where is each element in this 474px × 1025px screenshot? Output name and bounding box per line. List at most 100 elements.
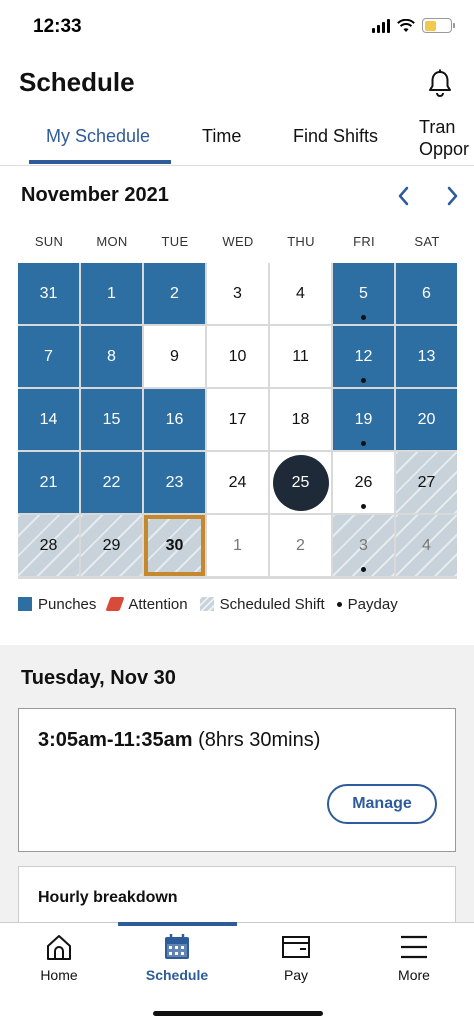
calendar-day-number: 30: [165, 536, 184, 554]
weekday-label: FRI: [353, 234, 375, 249]
calendar-day-number: 8: [107, 347, 116, 365]
weekday-label: WED: [222, 234, 254, 249]
calendar-day-number: 16: [165, 410, 184, 428]
calendar-day[interactable]: 22: [81, 452, 142, 513]
calendar-day[interactable]: 4: [396, 515, 457, 576]
weekday-label: TUE: [161, 234, 189, 249]
calendar-day-number: 9: [170, 347, 179, 365]
calendar-day-number: 5: [359, 284, 368, 302]
hourly-breakdown-title: Hourly breakdown: [38, 889, 178, 906]
tab-active-indicator: [29, 160, 171, 164]
shift-time: 3:05am-11:35am (8hrs 30mins): [38, 729, 320, 752]
tab-transfer-opportunities[interactable]: Tran Oppor: [419, 116, 469, 160]
calendar-day-number: 21: [39, 473, 58, 491]
calendar-day[interactable]: 23: [144, 452, 205, 513]
sched-swatch-icon: [199, 597, 214, 611]
calendar-day[interactable]: 7: [18, 326, 79, 387]
calendar-day[interactable]: 15: [81, 389, 142, 450]
calendar-day[interactable]: 2: [270, 515, 331, 576]
calendar-day[interactable]: 20: [396, 389, 457, 450]
chevron-right-icon[interactable]: [442, 184, 462, 208]
calendar-day[interactable]: 2: [144, 263, 205, 324]
calendar-day-number: 11: [292, 347, 309, 365]
nav-home[interactable]: Home: [9, 933, 109, 983]
calendar-grid: 31 1 2 3 4 5 6 7 8 9 10 11 12 13 14 15 16 17 18 19 20 21 22 23 2…: [18, 263, 457, 579]
nav-more[interactable]: More: [364, 933, 464, 983]
legend-item: Scheduled Shift: [199, 595, 325, 613]
calendar-day[interactable]: 31: [18, 263, 79, 324]
nav-schedule-label: Schedule: [145, 967, 209, 983]
calendar-day-number: 28: [39, 536, 58, 554]
calendar-day-number: 10: [228, 347, 247, 365]
calendar-day[interactable]: 12: [333, 326, 394, 387]
calendar-day[interactable]: 24: [207, 452, 268, 513]
calendar-day[interactable]: 3: [333, 515, 394, 576]
calendar-day[interactable]: 21: [18, 452, 79, 513]
shift-time-range: 3:05am-11:35am: [38, 729, 193, 751]
calendar-day-number: 23: [165, 473, 184, 491]
tab-time[interactable]: Time: [202, 126, 241, 147]
calendar-day-number: 2: [296, 536, 305, 554]
calendar-day[interactable]: 18: [270, 389, 331, 450]
status-time: 12:33: [33, 16, 82, 37]
calendar-day-number: 4: [422, 536, 431, 554]
tab-my-schedule[interactable]: My Schedule: [46, 126, 150, 147]
calendar-day[interactable]: 4: [270, 263, 331, 324]
shift-duration: (8hrs 30mins): [198, 729, 321, 751]
calendar-day-selected[interactable]: 30: [144, 515, 205, 576]
calendar-day-number: 15: [102, 410, 121, 428]
punch-swatch-icon: [18, 597, 32, 611]
calendar-day-number: 2: [170, 284, 179, 302]
calendar-day[interactable]: 14: [18, 389, 79, 450]
payday-dot: [361, 504, 366, 509]
weekday-header: SUN MON TUE WED THU FRI SAT: [18, 234, 457, 252]
bottom-navigation: Home Schedule Pay More: [0, 922, 474, 1025]
battery-icon: [422, 18, 455, 33]
calendar-day[interactable]: 28: [18, 515, 79, 576]
calendar-day[interactable]: 9: [144, 326, 205, 387]
status-bar: 12:33: [0, 0, 474, 56]
calendar-day[interactable]: 26: [333, 452, 394, 513]
calendar-day-today[interactable]: 25: [270, 452, 331, 513]
weekday-label: SUN: [34, 234, 64, 249]
weekday-label: MON: [96, 234, 128, 249]
nav-schedule[interactable]: Schedule: [127, 933, 227, 983]
nav-more-label: More: [398, 967, 430, 983]
calendar-day[interactable]: 6: [396, 263, 457, 324]
calendar-day[interactable]: 3: [207, 263, 268, 324]
calendar-day[interactable]: 1: [207, 515, 268, 576]
bell-icon[interactable]: [425, 68, 455, 98]
payday-dot: [361, 567, 366, 572]
calendar-day-number: 26: [354, 473, 373, 491]
calendar-day[interactable]: 19: [333, 389, 394, 450]
attention-swatch-icon: [105, 597, 125, 611]
weekday-label: THU: [287, 234, 315, 249]
wallet-icon: [282, 936, 310, 958]
calendar-day-number: 27: [417, 473, 436, 491]
calendar-day[interactable]: 1: [81, 263, 142, 324]
calendar-day[interactable]: 8: [81, 326, 142, 387]
legend-label: Scheduled Shift: [219, 595, 325, 613]
payday-dot-icon: [336, 601, 342, 607]
chevron-left-icon[interactable]: [394, 184, 414, 208]
calendar-day[interactable]: 10: [207, 326, 268, 387]
nav-pay[interactable]: Pay: [246, 933, 346, 983]
home-indicator: [153, 1011, 323, 1016]
calendar-day-number: 3: [359, 536, 368, 554]
menu-icon: [401, 935, 427, 959]
calendar-day[interactable]: 27: [396, 452, 457, 513]
legend-label: Attention: [128, 595, 188, 613]
calendar-day[interactable]: 16: [144, 389, 205, 450]
payday-dot: [361, 378, 366, 383]
tab-find-shifts[interactable]: Find Shifts: [293, 126, 378, 147]
calendar-day[interactable]: 11: [270, 326, 331, 387]
tab-transfer-label: Tran Oppor: [419, 117, 470, 159]
calendar-day[interactable]: 17: [207, 389, 268, 450]
calendar-day-number: 22: [102, 473, 121, 491]
calendar-icon: [165, 934, 189, 959]
calendar-day[interactable]: 29: [81, 515, 142, 576]
manage-button[interactable]: Manage: [327, 784, 437, 824]
calendar-day[interactable]: 5: [333, 263, 394, 324]
legend-item: Punches: [18, 596, 96, 613]
calendar-day[interactable]: 13: [396, 326, 457, 387]
